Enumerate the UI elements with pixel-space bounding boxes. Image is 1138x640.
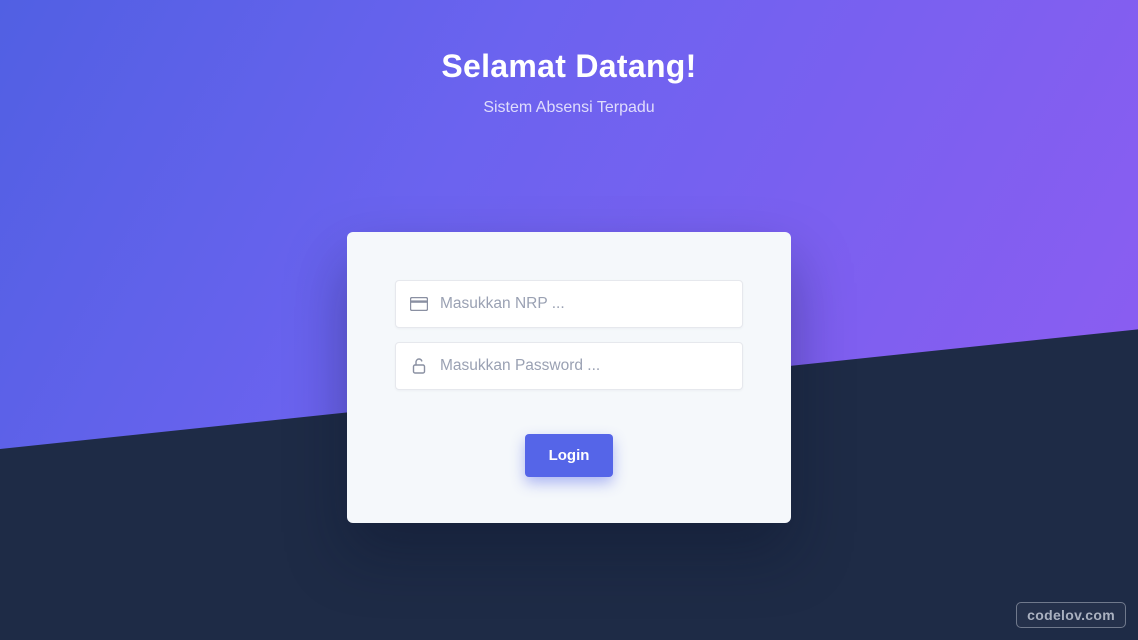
lock-open-icon: [408, 357, 430, 375]
password-field[interactable]: [395, 342, 743, 390]
password-input[interactable]: [440, 357, 730, 375]
watermark-badge: codelov.com: [1016, 602, 1126, 628]
card-icon: [408, 297, 430, 311]
login-card: Login: [347, 232, 791, 523]
form-actions: Login: [395, 434, 743, 477]
page-title: Selamat Datang!: [0, 48, 1138, 85]
page-subtitle: Sistem Absensi Terpadu: [0, 99, 1138, 117]
nrp-field[interactable]: [395, 280, 743, 328]
hero: Selamat Datang! Sistem Absensi Terpadu: [0, 48, 1138, 117]
nrp-input[interactable]: [440, 295, 730, 313]
login-button[interactable]: Login: [525, 434, 614, 477]
page-root: Selamat Datang! Sistem Absensi Terpadu: [0, 0, 1138, 640]
